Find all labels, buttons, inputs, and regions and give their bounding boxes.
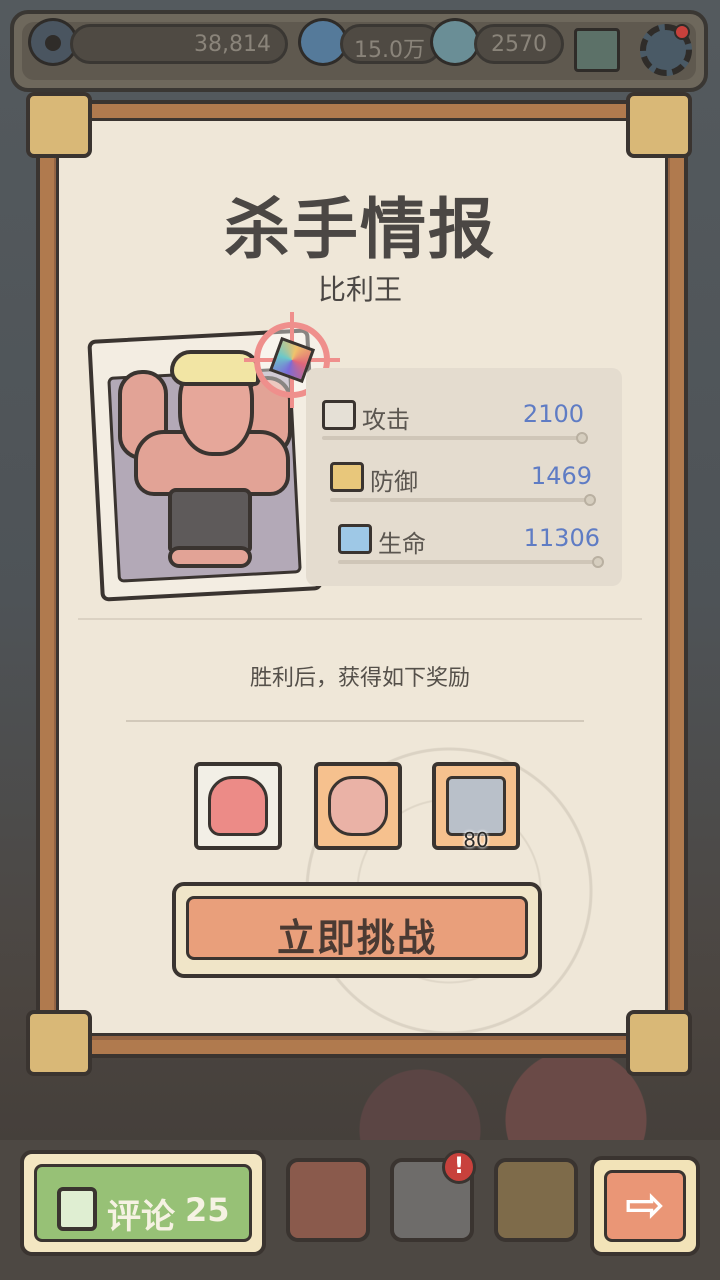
reward-item[interactable] <box>314 762 402 850</box>
frame-corner <box>626 92 692 158</box>
stat-label: 生命 <box>378 530 426 558</box>
pyramid-eye-icon[interactable] <box>494 1158 578 1242</box>
divider <box>126 720 584 722</box>
health-icon <box>338 524 372 554</box>
muscle-arm-icon <box>328 776 388 836</box>
stat-row-health: 生命 11306 <box>338 524 624 568</box>
arrow-right-icon: ⇨ <box>604 1170 686 1242</box>
challenge-label: 立即挑战 <box>186 896 528 960</box>
frame-corner <box>26 92 92 158</box>
comments-count: 15.0万 <box>340 24 442 64</box>
next-button[interactable]: ⇨ <box>590 1156 700 1256</box>
defense-icon <box>330 462 364 492</box>
reward-item[interactable]: 80 <box>432 762 520 852</box>
reward-item[interactable] <box>194 762 282 850</box>
comment-button[interactable]: 评论 25 <box>20 1150 266 1256</box>
dossier-title: 杀手情报 <box>224 191 496 268</box>
stat-row-attack: 攻击 2100 <box>322 400 608 444</box>
stat-value: 11306 <box>523 524 600 552</box>
challenge-button[interactable]: 立即挑战 <box>172 882 542 978</box>
divider <box>78 618 642 620</box>
ghost-icon <box>208 776 268 836</box>
target-name: 比利王 <box>317 273 402 306</box>
frame-corner <box>26 1010 92 1076</box>
quill-icon <box>57 1187 97 1231</box>
stat-value: 2100 <box>522 400 584 428</box>
chat-bubble-icon <box>430 18 480 66</box>
stat-label: 防御 <box>370 468 418 496</box>
briefcase-icon[interactable] <box>286 1158 370 1242</box>
attack-icon <box>322 400 356 430</box>
views-count: 38,814 <box>70 24 288 64</box>
mail-icon[interactable] <box>574 28 620 72</box>
machine-icon <box>446 776 506 836</box>
comment-count: 25 <box>185 1191 230 1229</box>
reward-count: 80 <box>463 828 489 852</box>
notification-dot <box>674 24 690 40</box>
alert-badge: ! <box>442 1150 476 1184</box>
stat-row-defense: 防御 1469 <box>330 462 616 506</box>
comment-label: 评论 <box>107 1197 175 1237</box>
messages-count: 2570 <box>474 24 564 64</box>
stat-value: 1469 <box>530 462 592 490</box>
frame-corner <box>626 1010 692 1076</box>
stat-label: 攻击 <box>362 406 410 434</box>
reward-title: 胜利后，获得如下奖励 <box>249 666 470 691</box>
